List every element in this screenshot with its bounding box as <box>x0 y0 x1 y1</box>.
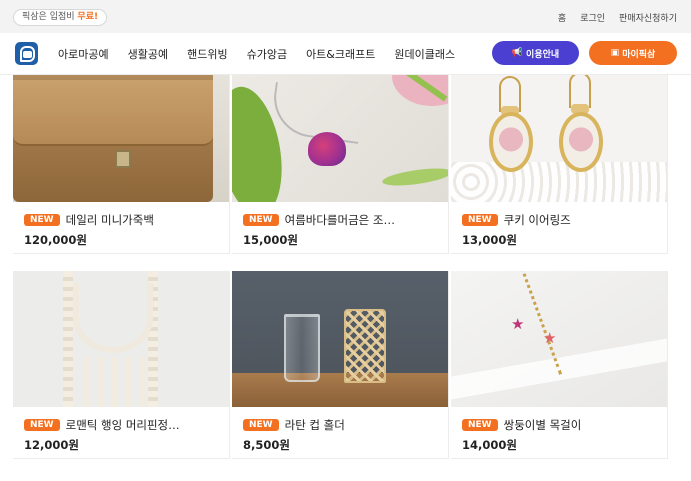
product-card[interactable]: NEW 라탄 컵 홀더 8,500원 <box>232 271 449 459</box>
product-card[interactable]: NEW 데일리 미니가죽백 120,000원 <box>13 75 230 254</box>
new-badge: NEW <box>243 419 279 431</box>
product-image[interactable]: ★ ★ <box>451 271 667 407</box>
new-badge: NEW <box>24 214 60 226</box>
product-image[interactable] <box>232 271 448 407</box>
menu-item-hand-weaving[interactable]: 핸드위빙 <box>187 46 227 62</box>
product-image[interactable] <box>451 75 667 202</box>
product-title-row: NEW 데일리 미니가죽백 <box>24 212 224 228</box>
product-price: 15,000원 <box>243 233 298 247</box>
product-title[interactable]: 라탄 컵 홀더 <box>285 417 345 433</box>
top-links: 홈 로그인 판매자신청하기 <box>558 11 677 24</box>
menu-item-oneday-class[interactable]: 원데이클래스 <box>394 46 455 62</box>
main-navbar: 아로마공예 생활공예 핸드위빙 슈가앙금 아트&크래프트 원데이클래스 📢 이용… <box>0 33 691 75</box>
product-title-row: NEW 라탄 컵 홀더 <box>243 417 443 433</box>
menu-item-aroma[interactable]: 아로마공예 <box>58 46 109 62</box>
product-card[interactable]: NEW 쿠키 이어링즈 13,000원 <box>451 75 668 254</box>
new-badge: NEW <box>243 214 279 226</box>
product-title[interactable]: 로맨틱 행잉 머리핀정… <box>66 417 180 433</box>
product-title[interactable]: 여름바다를머금은 조… <box>285 212 395 228</box>
product-title[interactable]: 쿠키 이어링즈 <box>504 212 571 228</box>
logo-icon[interactable] <box>15 42 38 65</box>
home-link[interactable]: 홈 <box>558 11 566 24</box>
profile-card-icon: ▣ <box>610 48 620 58</box>
product-card[interactable]: NEW 여름바다를머금은 조… 15,000원 <box>232 75 449 254</box>
product-title-row: NEW 여름바다를머금은 조… <box>243 212 443 228</box>
product-title[interactable]: 데일리 미니가죽백 <box>66 212 154 228</box>
login-link[interactable]: 로그인 <box>580 11 605 24</box>
new-badge: NEW <box>462 214 498 226</box>
guide-button[interactable]: 📢 이용안내 <box>492 41 579 65</box>
product-title-row: NEW 로맨틱 행잉 머리핀정… <box>24 417 224 433</box>
product-grid: NEW 데일리 미니가죽백 120,000원 NEW 여름바다를머금은 조… 1… <box>13 75 668 481</box>
menu-item-sugar[interactable]: 슈가앙금 <box>247 46 287 62</box>
product-card[interactable]: ★ ★ NEW 쌍둥이별 목걸이 14,000원 <box>451 271 668 459</box>
product-price: 13,000원 <box>462 233 517 247</box>
seller-apply-link[interactable]: 판매자신청하기 <box>619 11 677 24</box>
category-menu: 아로마공예 생활공예 핸드위빙 슈가앙금 아트&크래프트 원데이클래스 <box>58 46 474 62</box>
new-badge: NEW <box>24 419 60 431</box>
menu-item-living[interactable]: 생활공예 <box>128 46 168 62</box>
product-card[interactable]: NEW 로맨틱 행잉 머리핀정… 12,000원 <box>13 271 230 459</box>
product-title[interactable]: 쌍둥이별 목걸이 <box>504 417 582 433</box>
guide-button-label: 이용안내 <box>526 49 560 60</box>
menu-item-art-craft[interactable]: 아트&크래프트 <box>306 46 375 62</box>
product-image[interactable] <box>13 271 229 407</box>
product-price: 12,000원 <box>24 438 79 452</box>
product-price: 14,000원 <box>462 438 517 452</box>
my-page-button[interactable]: ▣ 마이픽삼 <box>589 41 677 65</box>
new-badge: NEW <box>462 419 498 431</box>
my-page-button-label: 마이픽삼 <box>622 49 656 60</box>
promo-highlight: 무료! <box>77 12 99 22</box>
product-price: 120,000원 <box>24 233 87 247</box>
megaphone-icon: 📢 <box>511 48 524 58</box>
top-utility-bar: 픽삼은 입점비 무료! 홈 로그인 판매자신청하기 <box>0 0 691 33</box>
product-price: 8,500원 <box>243 438 290 452</box>
free-entry-promo-badge[interactable]: 픽삼은 입점비 무료! <box>13 9 108 26</box>
product-image[interactable] <box>232 75 448 202</box>
product-title-row: NEW 쌍둥이별 목걸이 <box>462 417 662 433</box>
product-image[interactable] <box>13 75 229 202</box>
promo-text: 픽삼은 입점비 <box>22 12 75 22</box>
product-title-row: NEW 쿠키 이어링즈 <box>462 212 662 228</box>
